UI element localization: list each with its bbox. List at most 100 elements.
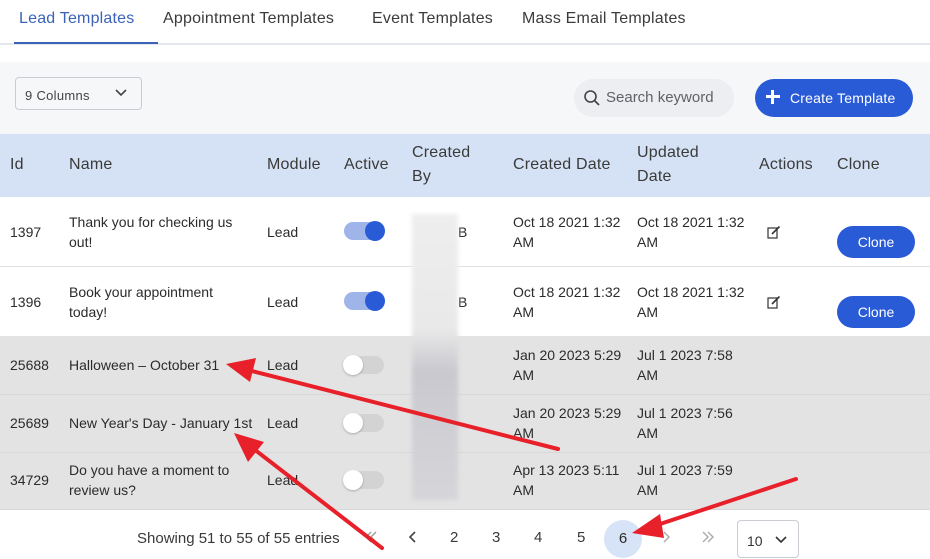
row-name-line1: Thank you for checking us — [69, 214, 233, 230]
plus-icon — [766, 90, 780, 104]
row-created-date-line2: AM — [513, 304, 534, 320]
chevron-down-icon — [775, 536, 787, 544]
active-toggle[interactable] — [343, 470, 384, 490]
header-updated-date-line1: Updated — [637, 144, 699, 161]
toggle-knob — [365, 221, 385, 241]
header-module[interactable]: Module — [267, 153, 321, 177]
last-page-icon[interactable] — [701, 530, 715, 544]
active-toggle[interactable] — [344, 221, 385, 241]
row-name-line2: out! — [69, 234, 93, 250]
header-actions: Actions — [759, 156, 813, 173]
row-name[interactable]: Book your appointment today! — [69, 282, 213, 322]
toggle-knob — [343, 470, 363, 490]
row-updated-date-line2: AM — [637, 482, 658, 498]
row-created-date-line1: Oct 18 2021 1:32 — [513, 284, 621, 300]
tab-lead-templates[interactable]: Lead Templates — [19, 10, 134, 28]
table-row: 1396 Book your appointment today! Lead B… — [0, 267, 930, 337]
header-created-by[interactable]: Created By — [412, 141, 470, 189]
edit-icon[interactable] — [767, 225, 781, 239]
page-link-5[interactable]: 5 — [577, 529, 585, 546]
per-page-value: 10 — [747, 533, 763, 549]
tab-event-templates[interactable]: Event Templates — [372, 10, 493, 28]
active-toggle[interactable] — [344, 291, 385, 311]
header-created-date[interactable]: Created Date — [513, 153, 611, 177]
row-updated-date: Oct 18 2021 1:32 AM — [637, 282, 744, 322]
search-placeholder: Search keyword — [606, 89, 714, 106]
active-toggle[interactable] — [343, 413, 384, 433]
row-created-date-line1: Apr 13 2023 5:11 — [513, 462, 620, 478]
header-id[interactable]: Id — [10, 153, 24, 177]
row-updated-date: Jul 1 2023 7:56 AM — [637, 403, 733, 443]
row-updated-date-line1: Jul 1 2023 7:56 — [637, 405, 733, 421]
row-updated-date: Oct 18 2021 1:32 AM — [637, 212, 744, 252]
row-updated-date: Jul 1 2023 7:58 AM — [637, 345, 733, 385]
first-page-icon[interactable] — [364, 530, 378, 544]
page-link-3[interactable]: 3 — [492, 529, 500, 546]
prev-page-icon[interactable] — [406, 530, 420, 544]
entries-summary: Showing 51 to 55 of 55 entries — [137, 530, 340, 547]
row-created-date: Oct 18 2021 1:32 AM — [513, 212, 620, 252]
row-name-line1: Book your appointment — [69, 284, 213, 300]
row-id: 25689 — [10, 415, 49, 431]
row-name[interactable]: Halloween – October 31 — [69, 355, 219, 375]
templates-page: Lead Templates Appointment Templates Eve… — [0, 0, 930, 559]
row-name[interactable]: Do you have a moment to review us? — [69, 460, 229, 500]
pagination-bar: Showing 51 to 55 of 55 entries 2 3 4 5 6… — [0, 510, 930, 559]
template-tabs: Lead Templates Appointment Templates Eve… — [0, 0, 930, 45]
row-name[interactable]: New Year's Day - January 1st — [69, 413, 252, 433]
row-name[interactable]: Thank you for checking us out! — [69, 212, 232, 252]
tab-mass-email-templates[interactable]: Mass Email Templates — [522, 10, 686, 28]
row-created-date: Jan 20 2023 5:29 AM — [513, 345, 621, 385]
row-module: Lead — [267, 224, 299, 240]
active-toggle[interactable] — [343, 355, 384, 375]
row-updated-date-line1: Jul 1 2023 7:58 — [637, 347, 733, 363]
create-template-label: Create Template — [790, 90, 896, 106]
row-updated-date-line1: Jul 1 2023 7:59 — [637, 462, 733, 478]
redacted-creator-blur — [412, 214, 458, 500]
row-created-date-line2: AM — [513, 482, 534, 498]
row-name-line1: Do you have a moment to — [69, 462, 230, 478]
page-link-2[interactable]: 2 — [450, 529, 458, 546]
table-row: 1397 Thank you for checking us out! Lead… — [0, 197, 930, 267]
table-row: 25689 New Year's Day - January 1st Lead … — [0, 395, 930, 453]
per-page-select[interactable]: 10 — [737, 520, 799, 558]
row-created-date-line1: Oct 18 2021 1:32 — [513, 214, 621, 230]
row-created-date-line2: AM — [513, 367, 534, 383]
header-created-by-line2: By — [412, 168, 432, 185]
page-link-4[interactable]: 4 — [534, 529, 542, 546]
clone-button[interactable]: Clone — [837, 226, 915, 258]
row-module: Lead — [267, 415, 299, 431]
table-header: Id Name Module Active Created By Created… — [0, 134, 930, 197]
columns-select[interactable]: 9 Columns — [15, 77, 142, 110]
table-row: 34729 Do you have a moment to review us?… — [0, 453, 930, 510]
header-name[interactable]: Name — [69, 153, 112, 177]
header-updated-date[interactable]: Updated Date — [637, 141, 699, 189]
active-tab-indicator — [14, 42, 158, 44]
header-active[interactable]: Active — [344, 153, 389, 177]
next-page-icon[interactable] — [659, 530, 673, 544]
search-input[interactable]: Search keyword — [574, 79, 734, 117]
toggle-knob — [365, 291, 385, 311]
chevron-down-icon — [115, 89, 127, 97]
create-template-button[interactable]: Create Template — [755, 79, 913, 117]
row-name-line2: review us? — [69, 482, 136, 498]
row-updated-date-line2: AM — [637, 234, 658, 250]
clone-button[interactable]: Clone — [837, 296, 915, 328]
row-created-date: Oct 18 2021 1:32 AM — [513, 282, 620, 322]
edit-icon[interactable] — [767, 295, 781, 309]
tab-appointment-templates[interactable]: Appointment Templates — [163, 10, 334, 28]
row-module: Lead — [267, 294, 299, 310]
search-icon — [584, 90, 600, 106]
current-page[interactable]: 6 — [604, 520, 642, 558]
header-created-by-line1: Created — [412, 144, 471, 161]
row-id: 25688 — [10, 357, 49, 373]
row-created-date-line2: AM — [513, 425, 534, 441]
toggle-knob — [343, 355, 363, 375]
row-module: Lead — [267, 472, 299, 488]
row-updated-date-line1: Oct 18 2021 1:32 — [637, 284, 745, 300]
row-created-date-line2: AM — [513, 234, 534, 250]
toolbar: 9 Columns Search keyword Create Template — [0, 62, 930, 134]
row-name-line2: today! — [69, 304, 108, 320]
row-id: 34729 — [10, 472, 49, 488]
row-created-date-line1: Jan 20 2023 5:29 — [513, 405, 622, 421]
